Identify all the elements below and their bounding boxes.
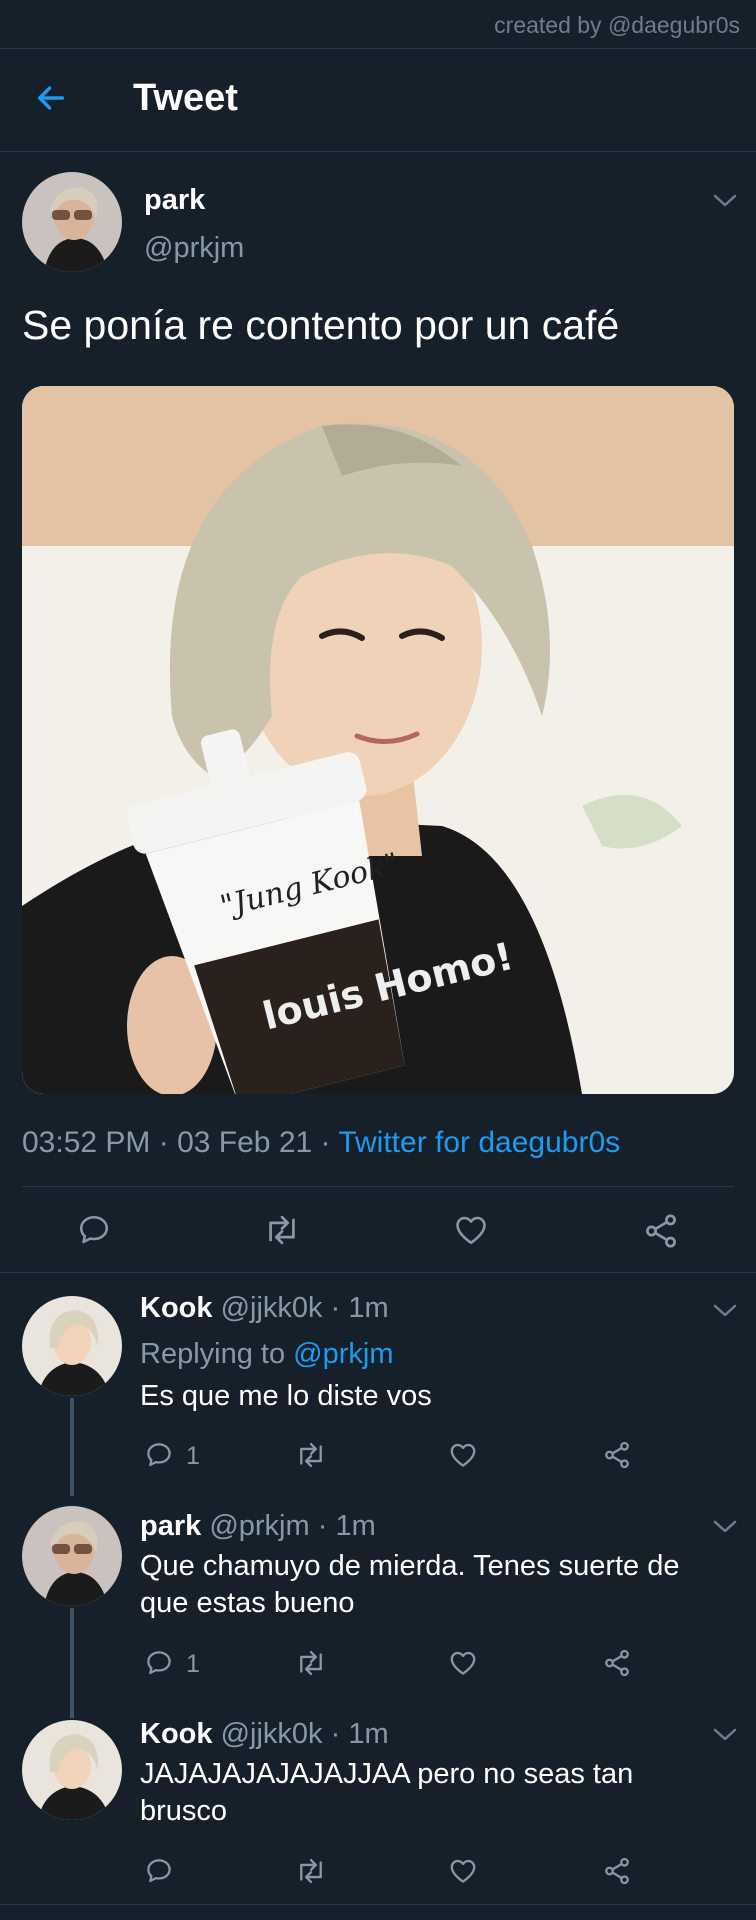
back-arrow-icon[interactable]: [34, 81, 68, 115]
meta-separator: ·: [330, 1718, 341, 1750]
tweet-source-link[interactable]: Twitter for daegubr0s: [338, 1126, 620, 1159]
thread-connector: [70, 1398, 74, 1496]
reply-icon[interactable]: [144, 1856, 174, 1886]
tweet-meta: 03:52 PM · 03 Feb 21 · Twitter for daegu…: [22, 1126, 620, 1160]
retweet-icon[interactable]: [294, 1648, 328, 1678]
tweet-image[interactable]: "Jung Kook" louis Homo!: [22, 386, 734, 1094]
share-icon[interactable]: [602, 1440, 632, 1470]
retweet-icon[interactable]: [294, 1440, 328, 1470]
share-icon[interactable]: [602, 1648, 632, 1678]
tweet-text: Se ponía re contento por un café: [22, 302, 620, 348]
page-title: Tweet: [133, 77, 238, 119]
replying-to-link[interactable]: @prkjm: [293, 1338, 393, 1370]
reply-author-handle[interactable]: @prkjm: [209, 1510, 309, 1542]
tweet-date: 03 Feb 21: [177, 1126, 313, 1159]
like-heart-icon[interactable]: [448, 1856, 478, 1886]
avatar[interactable]: [22, 172, 122, 272]
author-handle[interactable]: @prkjm: [144, 232, 244, 265]
author-name[interactable]: park: [144, 184, 205, 217]
reply-time: 1m: [348, 1718, 389, 1750]
meta-separator: ·: [317, 1510, 328, 1542]
credit-text: created by @daegubr0s: [494, 12, 740, 38]
reply-icon[interactable]: [144, 1648, 174, 1678]
reply-time: 1m: [335, 1510, 376, 1542]
reply-text: Es que me lo diste vos: [140, 1380, 432, 1412]
retweet-icon[interactable]: [294, 1856, 328, 1886]
tweet-actions: [0, 1186, 756, 1270]
reply-time: 1m: [348, 1292, 389, 1324]
meta-separator: ·: [320, 1126, 339, 1159]
reply-icon[interactable]: [144, 1440, 174, 1470]
like-heart-icon[interactable]: [453, 1212, 489, 1248]
header: Tweet: [0, 49, 756, 152]
tweet-time: 03:52 PM: [22, 1126, 151, 1159]
replying-to-label: Replying to: [140, 1338, 286, 1370]
reply-header: Kook @jjkk0k · 1m: [140, 1718, 389, 1751]
replying-to: Replying to @prkjm: [140, 1338, 393, 1371]
meta-separator: ·: [158, 1126, 178, 1159]
reply-author-handle[interactable]: @jjkk0k: [221, 1718, 323, 1750]
retweet-icon[interactable]: [262, 1212, 302, 1248]
chevron-down-icon[interactable]: [712, 192, 738, 210]
avatar[interactable]: [22, 1506, 122, 1606]
divider: [0, 1272, 756, 1273]
like-heart-icon[interactable]: [448, 1648, 478, 1678]
reply-count: 1: [186, 1650, 200, 1678]
reply-count: 1: [186, 1442, 200, 1470]
reply-header: Kook @jjkk0k · 1m: [140, 1292, 389, 1325]
share-icon[interactable]: [642, 1212, 680, 1250]
reply-header: park @prkjm · 1m: [140, 1510, 376, 1543]
chevron-down-icon[interactable]: [712, 1302, 738, 1320]
reply-text: Que chamuyo de mierda. Tenes suerte de q…: [140, 1550, 680, 1619]
reply-author-name[interactable]: park: [140, 1510, 201, 1542]
reply-text: JAJAJAJAJAJAJJAA pero no seas tan brusco: [140, 1758, 634, 1827]
top-bar: created by @daegubr0s: [0, 0, 756, 49]
share-icon[interactable]: [602, 1856, 632, 1886]
chevron-down-icon[interactable]: [712, 1518, 738, 1536]
meta-separator: ·: [330, 1292, 341, 1324]
reply-author-name[interactable]: Kook: [140, 1718, 213, 1750]
reply-icon[interactable]: [76, 1212, 112, 1248]
avatar[interactable]: [22, 1296, 122, 1396]
like-heart-icon[interactable]: [448, 1440, 478, 1470]
avatar[interactable]: [22, 1720, 122, 1820]
reply-author-handle[interactable]: @jjkk0k: [221, 1292, 323, 1324]
reply-author-name[interactable]: Kook: [140, 1292, 213, 1324]
chevron-down-icon[interactable]: [712, 1726, 738, 1744]
divider: [0, 1904, 756, 1905]
thread-connector: [70, 1608, 74, 1718]
